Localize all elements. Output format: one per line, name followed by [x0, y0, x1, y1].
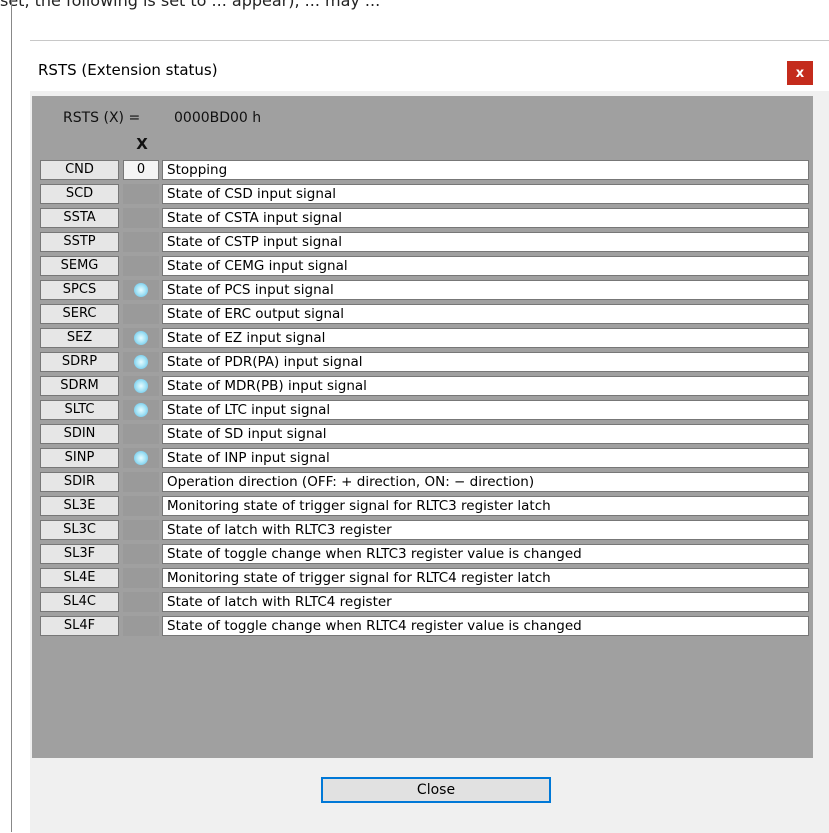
bit-indicator	[123, 184, 159, 204]
bit-name-button[interactable]: SL4C	[40, 592, 119, 612]
close-x-button[interactable]: x	[787, 61, 813, 85]
bit-indicator	[123, 208, 159, 228]
background-window-edge	[11, 0, 12, 832]
bit-indicator	[123, 280, 159, 300]
status-row: SCD State of CSD input signal	[40, 184, 810, 206]
bit-description: State of CSD input signal	[162, 184, 809, 204]
status-row: SL3E Monitoring state of trigger signal f…	[40, 496, 810, 518]
close-button[interactable]: Close	[321, 777, 551, 803]
status-row: SL4F State of toggle change when RLTC4 re…	[40, 616, 810, 638]
bit-description: State of PDR(PA) input signal	[162, 352, 809, 372]
bit-indicator	[123, 352, 159, 372]
bit-description: State of latch with RLTC3 register	[162, 520, 809, 540]
bit-indicator	[123, 472, 159, 492]
bit-indicator	[123, 568, 159, 588]
status-row: SDIR Operation direction (OFF: + directio…	[40, 472, 810, 494]
bit-indicator	[123, 496, 159, 516]
bit-description: Monitoring state of trigger signal for R…	[162, 496, 809, 516]
bit-name-button[interactable]: SDRP	[40, 352, 119, 372]
bit-description: State of CEMG input signal	[162, 256, 809, 276]
bit-name-button[interactable]: SLTC	[40, 400, 119, 420]
register-value: 0000BD00 h	[174, 110, 262, 126]
bit-indicator	[123, 616, 159, 636]
bit-description: State of toggle change when RLTC3 regist…	[162, 544, 809, 564]
close-icon: x	[795, 65, 805, 81]
status-row: SDRM State of MDR(PB) input signal	[40, 376, 810, 398]
bit-description: State of EZ input signal	[162, 328, 809, 348]
rsts-dialog: RSTS (Extension status) x RSTS (X) = 000…	[30, 40, 829, 833]
status-row: SL4C State of latch with RLTC4 register	[40, 592, 810, 614]
bit-name-button[interactable]: SDRM	[40, 376, 119, 396]
bit-name-button[interactable]: SSTP	[40, 232, 119, 252]
bit-indicator	[123, 328, 159, 348]
bit-value: 0	[123, 160, 159, 180]
status-row: SL3F State of toggle change when RLTC3 re…	[40, 544, 810, 566]
status-row: SSTA State of CSTA input signal	[40, 208, 810, 230]
bit-description: State of SD input signal	[162, 424, 809, 444]
led-on-icon	[134, 331, 148, 345]
bit-name-button[interactable]: SEZ	[40, 328, 119, 348]
status-row: SEZ State of EZ input signal	[40, 328, 810, 350]
bit-description: State of ERC output signal	[162, 304, 809, 324]
bit-description: State of PCS input signal	[162, 280, 809, 300]
status-panel: RSTS (X) = 0000BD00 h X CND 0 Stopping SCD S…	[32, 96, 813, 758]
bit-name-button[interactable]: SERC	[40, 304, 119, 324]
status-row: SSTP State of CSTP input signal	[40, 232, 810, 254]
status-row: SEMG State of CEMG input signal	[40, 256, 810, 278]
status-row: SERC State of ERC output signal	[40, 304, 810, 326]
led-on-icon	[134, 283, 148, 297]
bit-indicator	[123, 448, 159, 468]
bit-name-button[interactable]: SL3E	[40, 496, 119, 516]
bit-name-button[interactable]: SL4E	[40, 568, 119, 588]
bit-description: State of latch with RLTC4 register	[162, 592, 809, 612]
bit-description: Monitoring state of trigger signal for R…	[162, 568, 809, 588]
bit-name-button[interactable]: SL4F	[40, 616, 119, 636]
status-row: SINP State of INP input signal	[40, 448, 810, 470]
status-row: CND 0 Stopping	[40, 160, 810, 182]
bit-name-button[interactable]: SSTA	[40, 208, 119, 228]
bit-name-button[interactable]: SPCS	[40, 280, 119, 300]
status-row: SDRP State of PDR(PA) input signal	[40, 352, 810, 374]
bit-indicator	[123, 256, 159, 276]
bit-description: State of MDR(PB) input signal	[162, 376, 809, 396]
led-on-icon	[134, 379, 148, 393]
bit-name-button[interactable]: SDIN	[40, 424, 119, 444]
bit-description: State of toggle change when RLTC4 regist…	[162, 616, 809, 636]
bit-indicator	[123, 304, 159, 324]
column-header-x: X	[136, 135, 148, 153]
bit-indicator	[123, 520, 159, 540]
bit-description: Operation direction (OFF: + direction, O…	[162, 472, 809, 492]
led-on-icon	[134, 451, 148, 465]
background-text-fragment: set, the following is set to ... appear)…	[0, 0, 381, 10]
bit-name-button[interactable]: SL3C	[40, 520, 119, 540]
status-row: SPCS State of PCS input signal	[40, 280, 810, 302]
bit-indicator	[123, 400, 159, 420]
bit-name-button[interactable]: SCD	[40, 184, 119, 204]
bit-name-button[interactable]: SDIR	[40, 472, 119, 492]
bit-name-button[interactable]: SINP	[40, 448, 119, 468]
dialog-title: RSTS (Extension status)	[38, 61, 218, 79]
bit-name-button[interactable]: SEMG	[40, 256, 119, 276]
bit-description: State of INP input signal	[162, 448, 809, 468]
led-on-icon	[134, 403, 148, 417]
bit-indicator	[123, 232, 159, 252]
register-label: RSTS (X) =	[63, 110, 141, 126]
bit-indicator	[123, 544, 159, 564]
status-row: SL4E Monitoring state of trigger signal f…	[40, 568, 810, 590]
led-on-icon	[134, 355, 148, 369]
status-row: SL3C State of latch with RLTC3 register	[40, 520, 810, 542]
status-row: SDIN State of SD input signal	[40, 424, 810, 446]
bit-indicator	[123, 376, 159, 396]
status-row: SLTC State of LTC input signal	[40, 400, 810, 422]
dialog-titlebar: RSTS (Extension status) x	[30, 41, 829, 91]
bit-description: State of LTC input signal	[162, 400, 809, 420]
bit-description: State of CSTP input signal	[162, 232, 809, 252]
bit-description: State of CSTA input signal	[162, 208, 809, 228]
bit-name-button[interactable]: SL3F	[40, 544, 119, 564]
bit-name-button[interactable]: CND	[40, 160, 119, 180]
bit-indicator	[123, 424, 159, 444]
bit-indicator	[123, 592, 159, 612]
bit-description: Stopping	[162, 160, 809, 180]
